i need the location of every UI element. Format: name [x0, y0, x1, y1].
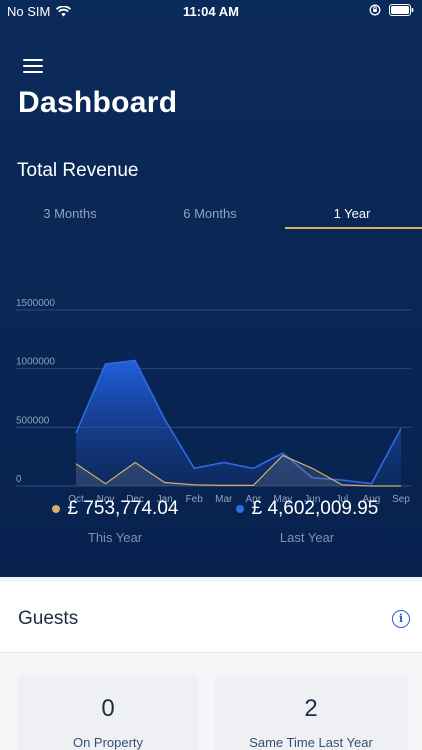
- status-bar: No SIM 11:04 AM: [0, 0, 422, 24]
- on-property-value: 0: [101, 695, 115, 722]
- series-area-last-year: [76, 360, 401, 486]
- same-time-last-year-value: 2: [304, 695, 318, 722]
- this-year-dot: [51, 505, 60, 513]
- y-tick-label: 0: [16, 474, 22, 485]
- guests-title: Guests: [18, 608, 79, 629]
- on-property-card[interactable]: 0 On Property: [17, 675, 199, 750]
- this-year-stat: £ 753,774.04 This Year: [20, 498, 210, 545]
- on-property-label: On Property: [72, 735, 144, 750]
- period-tabs: 3 Months 6 Months 1 Year: [0, 200, 422, 230]
- status-time: 11:04 AM: [183, 4, 239, 19]
- active-tab-indicator: [285, 227, 422, 229]
- revenue-chart-svg: 150000010000005000000Oct Nov Dec Jan Feb Mar A…: [16, 298, 411, 505]
- last-year-dot: [235, 505, 244, 513]
- page-title: Dashboard: [18, 86, 178, 119]
- y-tick-label: 1000000: [16, 357, 55, 368]
- this-year-caption: This Year: [87, 530, 143, 545]
- status-right: [369, 4, 414, 16]
- battery-icon: [389, 4, 414, 16]
- orientation-lock-icon: [369, 4, 381, 16]
- same-time-last-year-label: Same Time Last Year: [249, 735, 373, 750]
- revenue-panel: Dashboard Total Revenue 3 Months 6 Month…: [0, 24, 422, 577]
- guests-section: Guests i 0 On Property 2 Same Time Last …: [0, 582, 422, 750]
- total-revenue-title: Total Revenue: [17, 160, 139, 181]
- last-year-caption: Last Year: [279, 530, 335, 545]
- last-year-stat: £ 4,602,009.95 Last Year: [212, 498, 402, 545]
- guests-cards-area: 0 On Property 2 Same Time Last Year: [0, 653, 422, 750]
- revenue-stats: £ 753,774.04 This Year £ 4,602,009.95 La…: [0, 498, 422, 578]
- this-year-value: £ 753,774.04: [67, 498, 179, 519]
- same-time-last-year-card[interactable]: 2 Same Time Last Year: [214, 675, 408, 750]
- last-year-value: £ 4,602,009.95: [251, 498, 379, 519]
- info-icon[interactable]: i: [392, 610, 410, 628]
- revenue-chart: 1500000 1000000 500000 0 Oct Nov Dec Jan Feb Mar A…: [0, 270, 422, 510]
- y-tick-label: 500000: [16, 415, 50, 426]
- tab-3-months[interactable]: 3 Months: [0, 206, 140, 221]
- tab-6-months[interactable]: 6 Months: [140, 206, 280, 221]
- hamburger-icon[interactable]: [23, 59, 43, 73]
- y-tick-label: 1500000: [16, 298, 55, 309]
- tab-1-year[interactable]: 1 Year: [282, 206, 422, 221]
